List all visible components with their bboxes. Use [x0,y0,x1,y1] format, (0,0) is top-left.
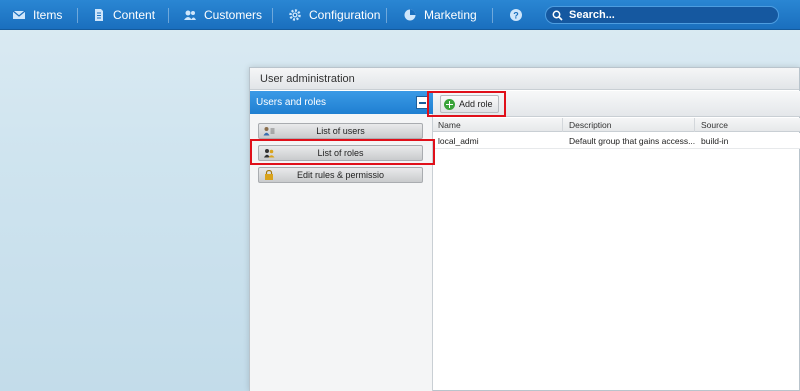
lock-icon [265,170,273,180]
column-header-source[interactable]: Source [696,118,800,132]
nav-divider [272,8,273,23]
panel-header-label: Users and roles [256,97,327,108]
nav-customers[interactable]: Customers [183,0,262,30]
edit-rules-button[interactable]: Edit rules & permissio [258,167,423,183]
grid-header: Name Description Source [433,118,800,132]
people-icon [184,10,196,20]
edit-rules-label: Edit rules & permissio [296,170,385,180]
nav-marketing-label: Marketing [424,8,477,22]
mail-icon [12,10,26,19]
user-administration-window: User administration Users and roles List… [249,67,800,391]
nav-configuration-label: Configuration [309,8,381,22]
nav-content[interactable]: Content [92,0,155,30]
cell-source: build-in [701,136,729,146]
pie-chart-icon [404,9,416,21]
minus-icon [419,101,426,104]
help-button[interactable]: ? [509,0,523,30]
search-icon [552,10,563,21]
document-icon [95,9,103,21]
nav-divider [492,8,493,23]
question-icon: ? [510,9,522,21]
highlight-list-of-roles [250,139,435,165]
nav-configuration[interactable]: Configuration [288,0,380,30]
search-input[interactable] [569,9,769,21]
column-header-name[interactable]: Name [433,118,563,132]
highlight-add-role [427,91,506,117]
table-row[interactable]: local_admi Default group that gains acce… [433,133,800,149]
list-of-users-button[interactable]: List of users [258,123,423,139]
left-panel: Users and roles List of users List of ro… [250,91,433,391]
svg-text:?: ? [513,11,519,21]
panel-header: Users and roles [250,91,433,114]
search-box[interactable] [545,6,779,24]
window-title: User administration [250,68,799,90]
nav-items-label: Items [33,8,63,22]
cell-description: Default group that gains access... [569,136,695,146]
gear-icon [289,9,301,21]
nav-content-label: Content [113,8,156,22]
nav-customers-label: Customers [204,8,263,22]
list-of-users-label: List of users [316,126,365,136]
column-header-description[interactable]: Description [564,118,695,132]
cell-name: local_admi [438,136,479,146]
nav-divider [386,8,387,23]
users-list-icon [263,127,275,136]
nav-divider [77,8,78,23]
nav-divider [168,8,169,23]
nav-marketing[interactable]: Marketing [403,0,477,30]
nav-items[interactable]: Items [12,0,62,30]
top-nav-bar: Items Content Customers Configuration Ma… [0,0,800,30]
